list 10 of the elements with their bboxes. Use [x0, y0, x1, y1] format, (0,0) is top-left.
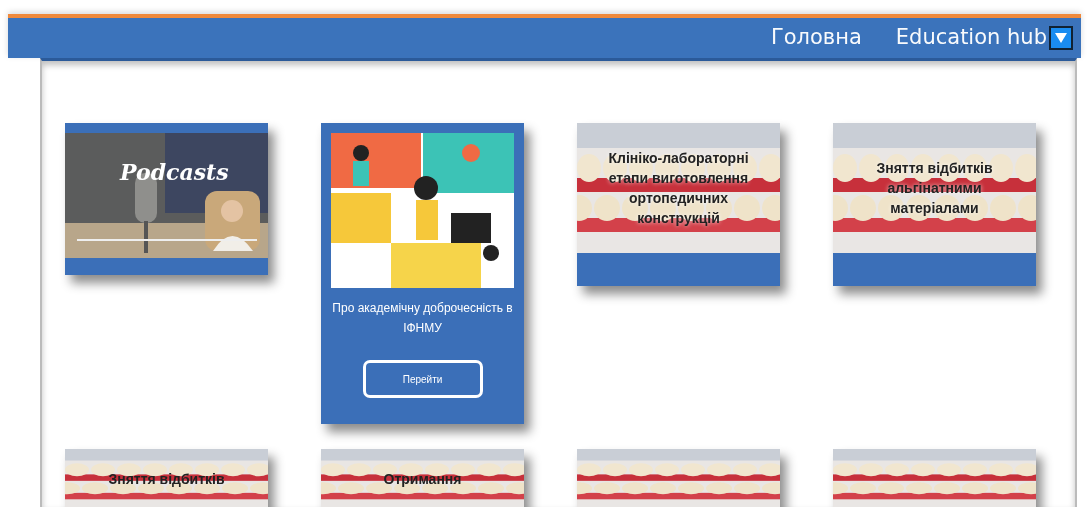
card-title: Podcasts: [120, 159, 229, 185]
caret-icon: [1055, 33, 1067, 43]
podcast-card[interactable]: Podcasts: [65, 123, 268, 275]
nav-link[interactable]: Головна: [770, 25, 862, 51]
dropdown-button[interactable]: [1049, 26, 1073, 50]
topic-card[interactable]: Зняття відбитків альгінатними матеріалами: [833, 123, 1036, 286]
nav-link[interactable]: Education hub: [895, 25, 1047, 51]
card-title: Зняття відбитків альгінатними матеріалами: [875, 159, 994, 218]
go-button[interactable]: Перейти: [362, 360, 483, 398]
card-title: Про академічну доброчесність в ІФНМУ: [331, 300, 514, 337]
